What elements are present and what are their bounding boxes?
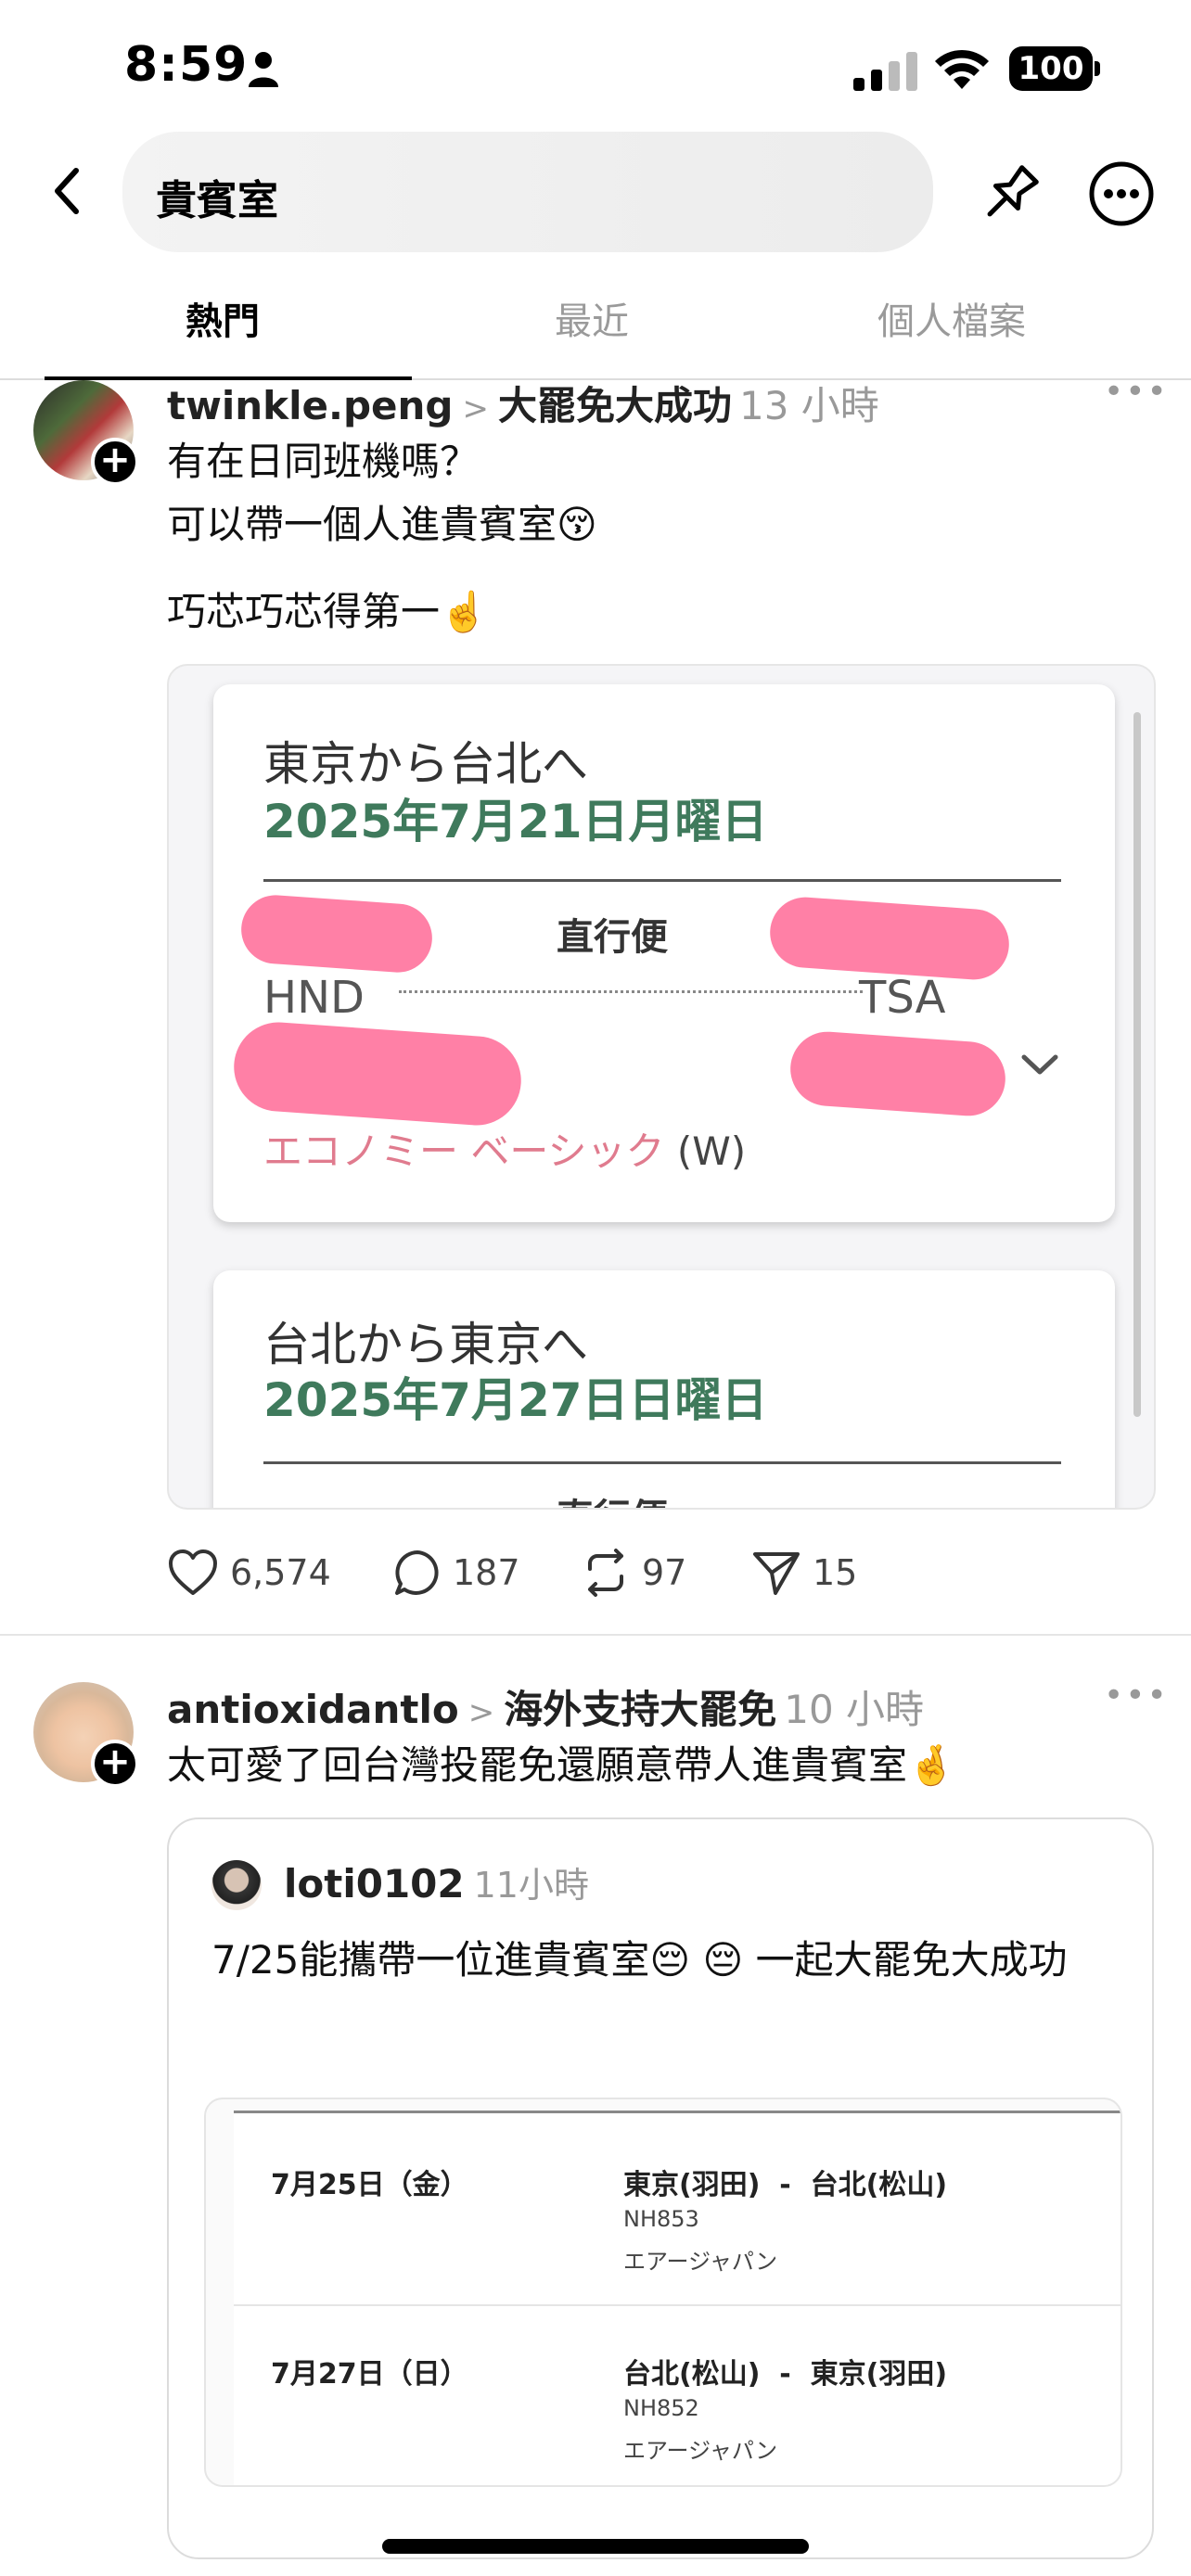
post-divider [0,1634,1191,1636]
post-meta: twinkle.peng > 大罷免大成功 13 小時 [167,383,879,428]
status-time: 8:59 [124,37,249,93]
back-chevron-icon[interactable] [46,163,87,219]
itinerary-table: 7月25日（金） 東京(羽田) - 台北(松山) NH853 エアージャパン 7… [234,2111,1121,2485]
flight-date: 2025年7月21日月曜日 [263,795,768,848]
redaction-mark [231,1019,524,1129]
departure-code: HND [263,972,365,1024]
status-bar: 8:59 100 [0,0,1191,130]
search-input[interactable]: 貴賓室 [122,132,933,252]
like-button[interactable]: 6,574 [167,1549,331,1597]
post: + antioxidantlo > 海外支持大罷免 10 小時 ••• 太可愛了回台灣… [0,1669,1191,2559]
quoted-meta: loti0102 11小時 [284,1856,589,1907]
scrollbar[interactable] [1133,712,1141,1417]
repost-button[interactable]: 97 [581,1549,686,1597]
heart-icon [169,1549,217,1595]
post-text-line: 巧芯巧芯得第一☝️ [167,589,489,634]
more-options-icon[interactable] [1087,159,1156,228]
pin-icon[interactable] [976,159,1044,228]
post-more-icon[interactable]: ••• [1104,1677,1169,1715]
tab-hot[interactable]: 熱門 [186,291,260,345]
card-divider [263,1461,1061,1464]
arrival-code: TSA [859,972,946,1024]
quoted-text: 7/25能攜帶一位進貴賓室😔 😔 一起大罷免大成功 [211,1937,1068,1983]
post-text-line: 太可愛了回台灣投罷免還願意帶人進貴賓室🤞 [167,1742,956,1788]
tab-recent[interactable]: 最近 [555,291,629,345]
direct-flight-label: 直行便 [557,1487,668,1508]
post-text-line: 有在日同班機嗎？ [167,439,480,484]
comment-button[interactable]: 187 [393,1549,520,1597]
like-count: 6,574 [230,1552,331,1593]
card-divider [263,879,1061,882]
quoted-post[interactable]: loti0102 11小時 7/25能攜帶一位進貴賓室😔 😔 一起大罷免大成功 7… [167,1817,1154,2559]
comment-count: 187 [453,1552,520,1593]
itinerary-airline: エアージャパン [623,2438,778,2464]
send-icon [753,1552,800,1595]
redaction-mark [238,892,435,976]
post-username[interactable]: twinkle.peng [167,383,453,428]
post-topic[interactable]: 大罷免大成功 [498,383,732,428]
post-text-line: 可以帶一個人進貴賓室😚 [167,502,597,547]
itinerary-flight: NH852 [623,2395,699,2421]
expand-chevron-icon[interactable] [1017,1046,1063,1083]
post-meta: antioxidantlo > 海外支持大罷免 10 小時 [167,1687,925,1732]
search-query: 貴賓室 [156,177,278,224]
redaction-mark [767,895,1012,982]
repost-count: 97 [642,1552,687,1593]
cellular-signal-icon [853,52,917,91]
follow-plus-icon[interactable]: + [91,1740,139,1788]
flight-line [399,990,863,993]
repost-icon [588,1549,623,1597]
itinerary-date: 7月25日（金） [271,2169,468,2201]
fare-type: エコノミー ベーシック (W) [263,1129,747,1174]
redaction-mark [788,1029,1008,1118]
comment-icon [395,1550,439,1595]
post: + twinkle.peng > 大罷免大成功 13 小時 ••• 有在日同班機嗎？ … [0,371,1191,1632]
post-time: 13 小時 [738,383,879,428]
post-image[interactable]: 東京から台北へ 2025年7月21日月曜日 直行便 HND TSA エコノミー … [167,664,1156,1510]
tab-bar: 熱門 最近 個人檔案 [0,278,1191,380]
itinerary-flight: NH853 [623,2206,699,2232]
home-indicator[interactable] [382,2539,809,2554]
share-count: 15 [813,1552,858,1593]
itinerary-route: 台北(松山) - 東京(羽田) [623,2358,948,2391]
itinerary-route: 東京(羽田) - 台北(松山) [623,2169,948,2201]
battery-level: 100 [1009,46,1093,91]
quoted-time: 11小時 [473,1865,589,1906]
follow-plus-icon[interactable]: + [91,438,139,486]
itinerary-date: 7月27日（日） [271,2358,468,2391]
quoted-username: loti0102 [284,1861,465,1906]
quoted-avatar[interactable] [211,1860,262,1910]
post-username[interactable]: antioxidantlo [167,1687,459,1732]
itinerary-image[interactable]: 7月25日（金） 東京(羽田) - 台北(松山) NH853 エアージャパン 7… [204,2098,1122,2487]
person-icon [249,52,278,87]
battery-icon: 100 [1009,46,1100,91]
flight-card: 東京から台北へ 2025年7月21日月曜日 直行便 HND TSA エコノミー … [213,684,1115,1222]
direct-flight-label: 直行便 [557,916,668,959]
post-topic[interactable]: 海外支持大罷免 [504,1687,776,1732]
itinerary-airline: エアージャパン [623,2249,778,2275]
share-button[interactable]: 15 [751,1549,857,1597]
flight-date: 2025年7月27日日曜日 [263,1373,768,1427]
post-time: 10 小時 [784,1687,925,1732]
wifi-icon [935,49,989,89]
flight-card: 台北から東京へ 2025年7月27日日曜日 直行便 [213,1270,1115,1508]
post-more-icon[interactable]: ••• [1104,373,1169,411]
tab-profile[interactable]: 個人檔案 [877,291,1026,345]
row-divider [234,2304,1121,2306]
